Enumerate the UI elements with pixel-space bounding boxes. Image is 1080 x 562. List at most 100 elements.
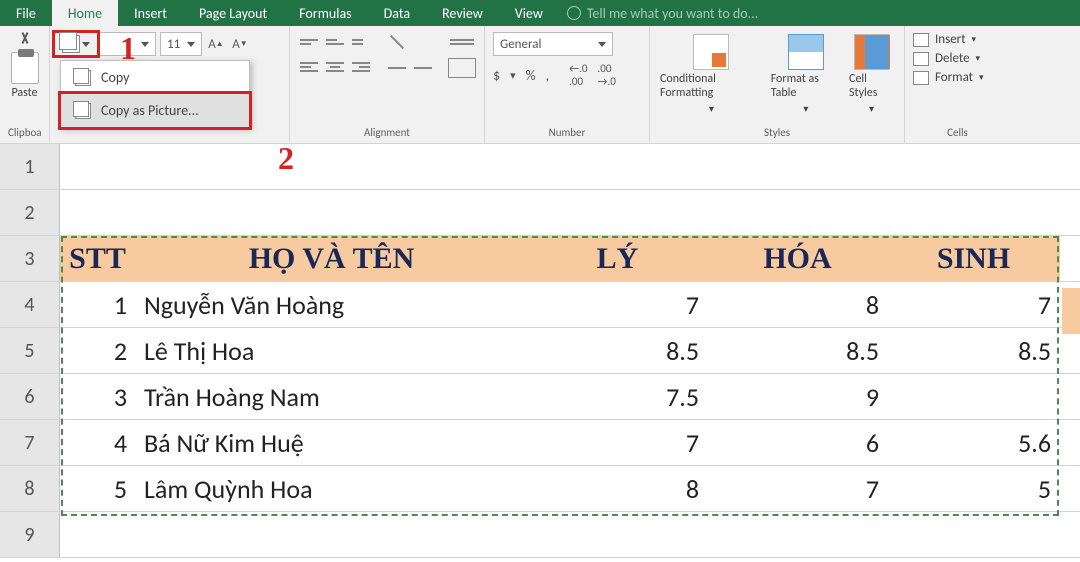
copy-icon [62, 35, 80, 53]
row-header[interactable]: 8 [0, 466, 60, 511]
increase-font-icon[interactable]: A▲ [206, 34, 226, 54]
align-center-icon[interactable] [324, 57, 346, 77]
align-top-icon[interactable] [298, 32, 320, 52]
row-header[interactable]: 1 [0, 144, 60, 189]
percent-button[interactable]: % [526, 67, 536, 84]
cell-stt[interactable]: 4 [60, 420, 136, 465]
row-header[interactable]: 2 [0, 190, 60, 235]
cell-name[interactable]: Lâm Quỳnh Hoa [136, 466, 528, 511]
merge-center-icon[interactable] [448, 58, 476, 78]
decrease-font-icon[interactable]: A▼ [230, 34, 250, 54]
picture-icon [75, 103, 91, 119]
tell-me-placeholder: Tell me what you want to do... [587, 5, 758, 22]
cell-ly[interactable]: 8.5 [528, 328, 708, 373]
cell-hoa[interactable]: 9 [708, 374, 888, 419]
row-header[interactable]: 3 [0, 236, 60, 281]
clipboard-label: Clipboa [8, 126, 41, 141]
font-size-select[interactable]: 11 [160, 32, 202, 56]
cell-stt[interactable]: 5 [60, 466, 136, 511]
font-label [58, 139, 281, 141]
cells-group: Insert▾ Delete▾ Format▾ Cells [905, 26, 1010, 143]
tab-page-layout[interactable]: Page Layout [183, 0, 283, 26]
row-header[interactable]: 4 [0, 282, 60, 327]
row-header[interactable]: 9 [0, 512, 60, 557]
conditional-formatting-icon [693, 34, 729, 70]
chevron-down-icon [187, 42, 195, 47]
column-header-sinh[interactable]: SINH [888, 236, 1060, 281]
number-format-select[interactable]: General [493, 32, 613, 56]
comma-button[interactable]: , [546, 67, 550, 84]
increase-indent-icon[interactable] [412, 58, 434, 78]
styles-label: Styles [658, 126, 896, 141]
copy-menu-item[interactable]: Copy [61, 61, 249, 94]
cell-name[interactable]: Lê Thị Hoa [136, 328, 528, 373]
insert-cells-button[interactable]: Insert▾ [913, 32, 1002, 47]
cell-styles-icon [854, 34, 890, 70]
cell-hoa[interactable]: 8.5 [708, 328, 888, 373]
copy-split-button[interactable] [52, 30, 100, 58]
align-bottom-icon[interactable] [350, 32, 372, 52]
cut-icon[interactable] [18, 32, 32, 48]
orientation-icon[interactable] [382, 27, 412, 57]
styles-group: Conditional Formatting▾ Format as Table▾… [650, 26, 905, 143]
paste-icon[interactable] [11, 52, 39, 84]
cell-stt[interactable]: 2 [60, 328, 136, 373]
tab-home[interactable]: Home [52, 0, 118, 26]
cell-sinh[interactable]: 8.5 [888, 328, 1060, 373]
cell-name[interactable]: Bá Nữ Kim Huệ [136, 420, 528, 465]
tab-file[interactable]: File [0, 0, 52, 26]
format-icon [913, 71, 929, 85]
cell-name[interactable]: Nguyễn Văn Hoàng [136, 282, 528, 327]
row-header[interactable]: 5 [0, 328, 60, 373]
format-cells-button[interactable]: Format▾ [913, 70, 1002, 85]
column-header-ly[interactable]: LÝ [528, 236, 708, 281]
paste-button[interactable]: Paste [11, 86, 37, 100]
cell-ly[interactable]: 8 [528, 466, 708, 511]
cell-ly[interactable]: 7 [528, 282, 708, 327]
decrease-decimal-icon[interactable]: .00→.0 [597, 62, 615, 88]
tab-data[interactable]: Data [368, 0, 426, 26]
alignment-label: Alignment [298, 126, 476, 141]
tab-view[interactable]: View [499, 0, 559, 26]
wrap-text-icon[interactable] [448, 32, 476, 52]
cell-hoa[interactable]: 7 [708, 466, 888, 511]
chevron-down-icon [141, 42, 149, 47]
cell-hoa[interactable]: 6 [708, 420, 888, 465]
row-header[interactable]: 6 [0, 374, 60, 419]
format-as-table-button[interactable]: Format as Table▾ [769, 32, 843, 117]
tab-review[interactable]: Review [426, 0, 499, 26]
cell-ly[interactable]: 7.5 [528, 374, 708, 419]
cell-ly[interactable]: 7 [528, 420, 708, 465]
cell-sinh[interactable]: 5.6 [888, 420, 1060, 465]
tab-formulas[interactable]: Formulas [283, 0, 367, 26]
tab-insert[interactable]: Insert [118, 0, 183, 26]
align-middle-icon[interactable] [324, 32, 346, 52]
cell-stt[interactable]: 3 [60, 374, 136, 419]
column-header-hoa[interactable]: HÓA [708, 236, 888, 281]
cell-sinh[interactable]: 7 [888, 282, 1060, 327]
chevron-down-icon [598, 42, 606, 47]
conditional-formatting-button[interactable]: Conditional Formatting▾ [658, 32, 765, 117]
decrease-indent-icon[interactable] [386, 58, 408, 78]
column-header-stt[interactable]: STT [60, 236, 136, 281]
column-header-name[interactable]: HỌ VÀ TÊN [136, 236, 528, 281]
number-label: Number [493, 126, 641, 141]
cell-sinh[interactable]: 5 [888, 466, 1060, 511]
clipboard-group: Paste Clipboa [0, 26, 50, 143]
cell-styles-button[interactable]: Cell Styles▾ [847, 32, 896, 117]
row-header[interactable]: 7 [0, 420, 60, 465]
cells-label: Cells [913, 126, 1002, 141]
cell-sinh[interactable] [888, 374, 1060, 419]
increase-decimal-icon[interactable]: ←.0.00 [569, 62, 587, 88]
cell-hoa[interactable]: 8 [708, 282, 888, 327]
align-right-icon[interactable] [350, 57, 372, 77]
lightbulb-icon [567, 6, 581, 20]
tell-me-search[interactable]: Tell me what you want to do... [559, 5, 766, 22]
chevron-down-icon [82, 42, 90, 47]
copy-as-picture-menu-item[interactable]: Copy as Picture... [58, 91, 252, 130]
delete-cells-button[interactable]: Delete▾ [913, 51, 1002, 66]
currency-button[interactable]: $ [493, 67, 500, 84]
cell-name[interactable]: Trần Hoàng Nam [136, 374, 528, 419]
cell-stt[interactable]: 1 [60, 282, 136, 327]
align-left-icon[interactable] [298, 57, 320, 77]
